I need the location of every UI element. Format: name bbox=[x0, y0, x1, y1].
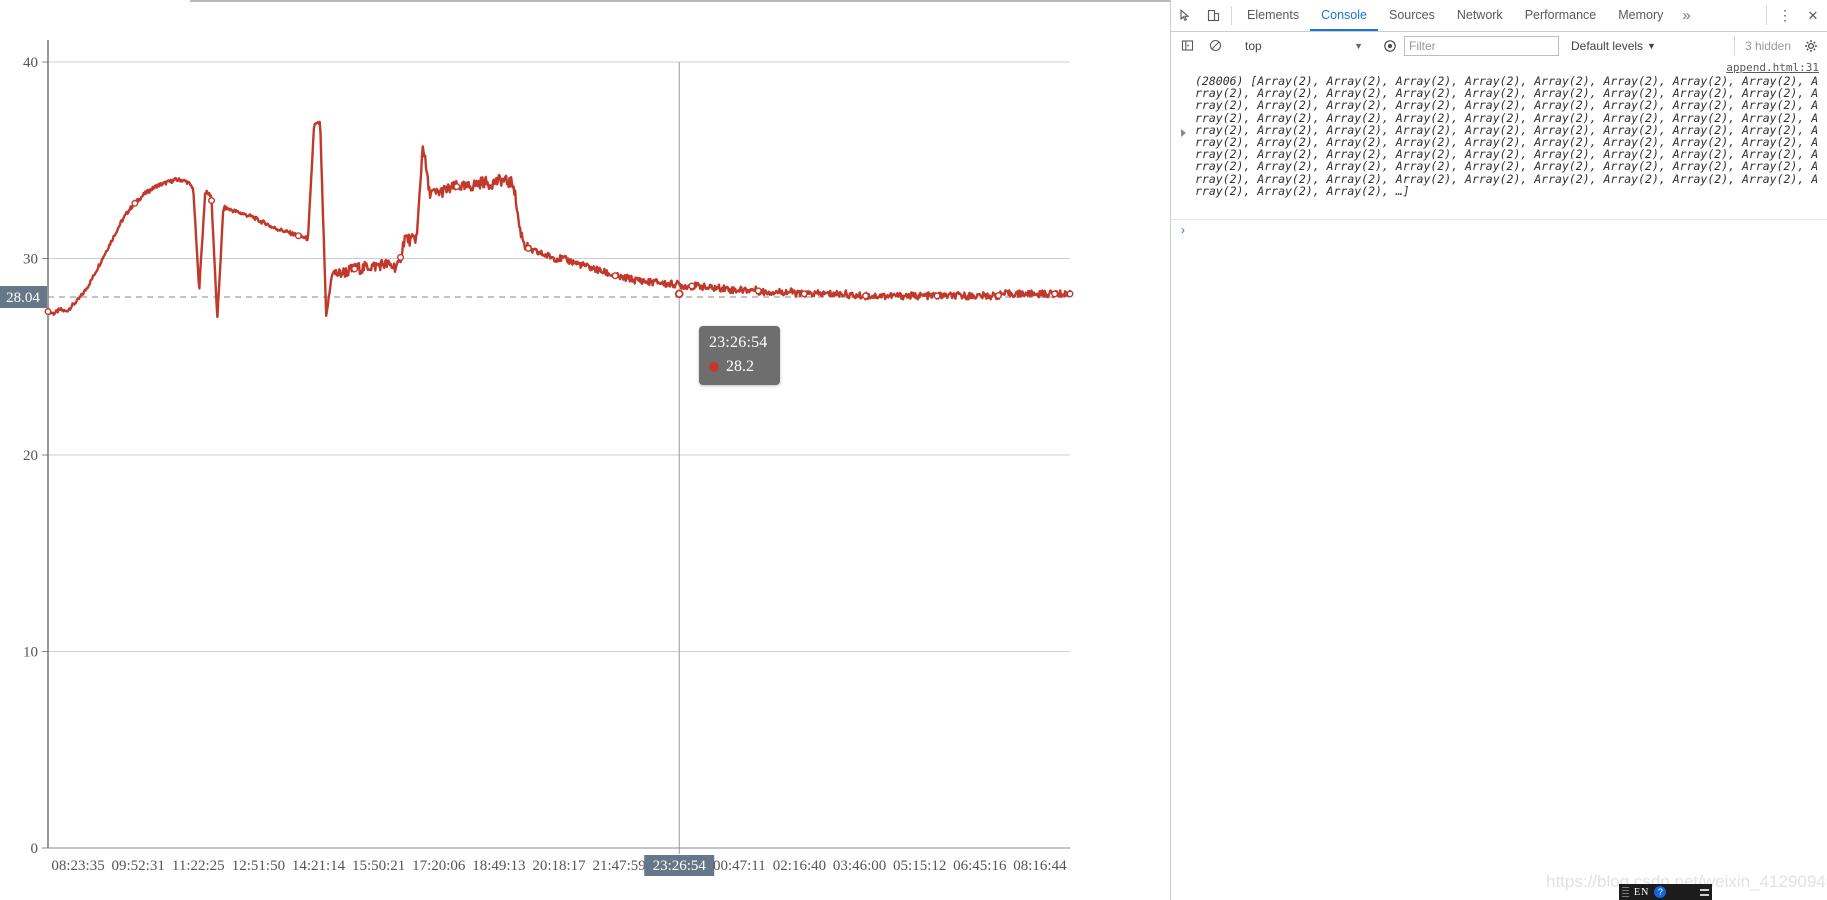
data-point-marker[interactable] bbox=[397, 253, 405, 261]
tab-sources[interactable]: Sources bbox=[1378, 0, 1446, 31]
drag-handle-icon[interactable] bbox=[1622, 886, 1629, 898]
data-series-line[interactable] bbox=[46, 120, 1072, 319]
console-log-message: (28006) [Array(2), Array(2), Array(2), A… bbox=[1195, 74, 1819, 198]
ime-language-label[interactable]: EN bbox=[1634, 887, 1649, 898]
chart-pane: 0 10 20 30 40 08:23:35 09:52:31 11:22:25 12:51:5… bbox=[0, 0, 1170, 900]
tab-memory[interactable]: Memory bbox=[1607, 0, 1674, 31]
tabbar-divider bbox=[1231, 6, 1232, 25]
y-axis-tick-label: 20 bbox=[23, 448, 38, 464]
x-axis-tick-label: 03:46:00 bbox=[833, 858, 886, 874]
expand-triangle-icon[interactable] bbox=[1181, 129, 1186, 137]
x-axis-tick-label: 05:15:12 bbox=[893, 858, 946, 874]
chart-tooltip: 23:26:54 28.2 bbox=[699, 326, 780, 386]
live-expression-eye-icon[interactable] bbox=[1376, 39, 1404, 53]
more-tabs-icon[interactable]: » bbox=[1674, 0, 1698, 31]
console-log-entry[interactable]: append.html:31 (28006) [Array(2), Array(… bbox=[1171, 59, 1827, 220]
filter-input[interactable] bbox=[1404, 35, 1559, 56]
tab-console[interactable]: Console bbox=[1310, 0, 1378, 31]
devtools-panel: Elements Console Sources Network Perform… bbox=[1170, 0, 1827, 900]
data-point-marker[interactable] bbox=[1066, 290, 1074, 298]
x-axis-tick-label: 15:50:21 bbox=[352, 858, 405, 874]
data-point-marker[interactable] bbox=[208, 197, 216, 205]
data-point-marker[interactable] bbox=[611, 272, 619, 280]
data-point-marker[interactable] bbox=[524, 244, 532, 252]
line-chart[interactable]: 0 10 20 30 40 08:23:35 09:52:31 11:22:25 12:51:5… bbox=[0, 0, 1170, 900]
x-axis-tick-label: 00:47:11 bbox=[713, 858, 766, 874]
data-point-marker[interactable] bbox=[453, 183, 461, 191]
chevron-down-icon-levels: ▼ bbox=[1647, 40, 1656, 51]
data-point-marker[interactable] bbox=[933, 292, 941, 300]
console-source-link[interactable]: append.html:31 bbox=[1726, 61, 1819, 74]
help-icon[interactable]: ? bbox=[1654, 886, 1667, 898]
data-point-marker[interactable] bbox=[294, 232, 302, 240]
x-axis-tick-label: 02:16:40 bbox=[773, 858, 826, 874]
x-axis-tick-label: 06:45:16 bbox=[953, 858, 1007, 874]
y-axis-tick-label: 30 bbox=[23, 252, 38, 268]
devtools-tabbar: Elements Console Sources Network Perform… bbox=[1171, 0, 1827, 32]
x-axis-tick-label: 14:21:14 bbox=[292, 858, 346, 874]
minimize-icon[interactable] bbox=[1700, 888, 1709, 896]
series-color-dot-icon bbox=[709, 361, 719, 372]
tab-performance[interactable]: Performance bbox=[1514, 0, 1608, 31]
data-point-marker[interactable] bbox=[754, 287, 762, 295]
x-axis-highlighted-tick-label: 23:26:54 bbox=[653, 858, 707, 874]
tooltip-value: 28.2 bbox=[726, 358, 754, 376]
console-sidebar-icon[interactable] bbox=[1173, 39, 1201, 52]
y-axis-tick-label: 40 bbox=[23, 55, 38, 71]
data-point-marker[interactable] bbox=[1051, 290, 1059, 298]
data-point-marker[interactable] bbox=[862, 292, 870, 300]
data-point-marker[interactable] bbox=[44, 308, 52, 316]
data-point-marker[interactable] bbox=[688, 282, 696, 290]
execution-context-select[interactable]: top ▼ bbox=[1238, 36, 1367, 55]
data-point-marker[interactable] bbox=[351, 265, 359, 273]
hidden-messages-count: 3 hidden bbox=[1733, 36, 1797, 55]
tabbar-divider-right bbox=[1766, 6, 1767, 25]
chevron-down-icon: ▼ bbox=[1354, 40, 1363, 51]
settings-gear-icon[interactable] bbox=[1797, 39, 1825, 53]
cursor-data-point-marker[interactable] bbox=[674, 289, 684, 299]
tooltip-time: 23:26:54 bbox=[709, 334, 768, 351]
inspect-element-icon[interactable] bbox=[1171, 0, 1199, 31]
tab-network[interactable]: Network bbox=[1446, 0, 1514, 31]
close-icon[interactable]: ✕ bbox=[1799, 0, 1827, 31]
console-output[interactable]: append.html:31 (28006) [Array(2), Array(… bbox=[1171, 59, 1827, 900]
tooltip-series-row: 28.2 bbox=[709, 356, 768, 377]
x-axis-tick-label: 21:47:59 bbox=[592, 858, 645, 874]
x-axis-tick-label: 11:22:25 bbox=[172, 858, 225, 874]
console-prompt-row[interactable]: › bbox=[1171, 220, 1827, 237]
x-axis-tick-label: 09:52:31 bbox=[112, 858, 165, 874]
log-levels-label: Default levels bbox=[1571, 38, 1644, 53]
kebab-menu-icon[interactable]: ⋮ bbox=[1771, 0, 1799, 31]
tab-elements[interactable]: Elements bbox=[1236, 0, 1310, 31]
x-axis-tick-label: 20:18:17 bbox=[532, 858, 586, 874]
x-axis-tick-label: 12:51:50 bbox=[232, 858, 285, 874]
execution-context-value: top bbox=[1245, 38, 1262, 53]
tabbar-right-actions: ⋮ ✕ bbox=[1762, 0, 1827, 31]
y-axis-tick-label: 0 bbox=[31, 841, 39, 857]
x-axis-tick-label: 08:23:35 bbox=[51, 858, 104, 874]
y-axis-tick-label: 10 bbox=[23, 645, 38, 661]
data-point-marker[interactable] bbox=[800, 290, 808, 298]
ime-language-bar[interactable]: EN ? bbox=[1619, 884, 1712, 900]
console-toolbar: top ▼ Default levels ▼ 3 hidden bbox=[1171, 32, 1827, 60]
x-axis-tick-label: 08:16:44 bbox=[1013, 858, 1067, 874]
clear-console-icon[interactable] bbox=[1201, 39, 1229, 52]
prompt-caret-icon: › bbox=[1181, 223, 1185, 237]
x-axis-tick-label: 17:20:06 bbox=[412, 858, 466, 874]
data-point-marker[interactable] bbox=[131, 199, 139, 207]
data-point-marker[interactable] bbox=[994, 292, 1002, 300]
log-levels-select[interactable]: Default levels ▼ bbox=[1571, 39, 1656, 53]
toggle-device-toolbar-icon[interactable] bbox=[1199, 0, 1227, 31]
threshold-label: 28.04 bbox=[6, 290, 40, 306]
x-axis-tick-label: 18:49:13 bbox=[472, 858, 525, 874]
